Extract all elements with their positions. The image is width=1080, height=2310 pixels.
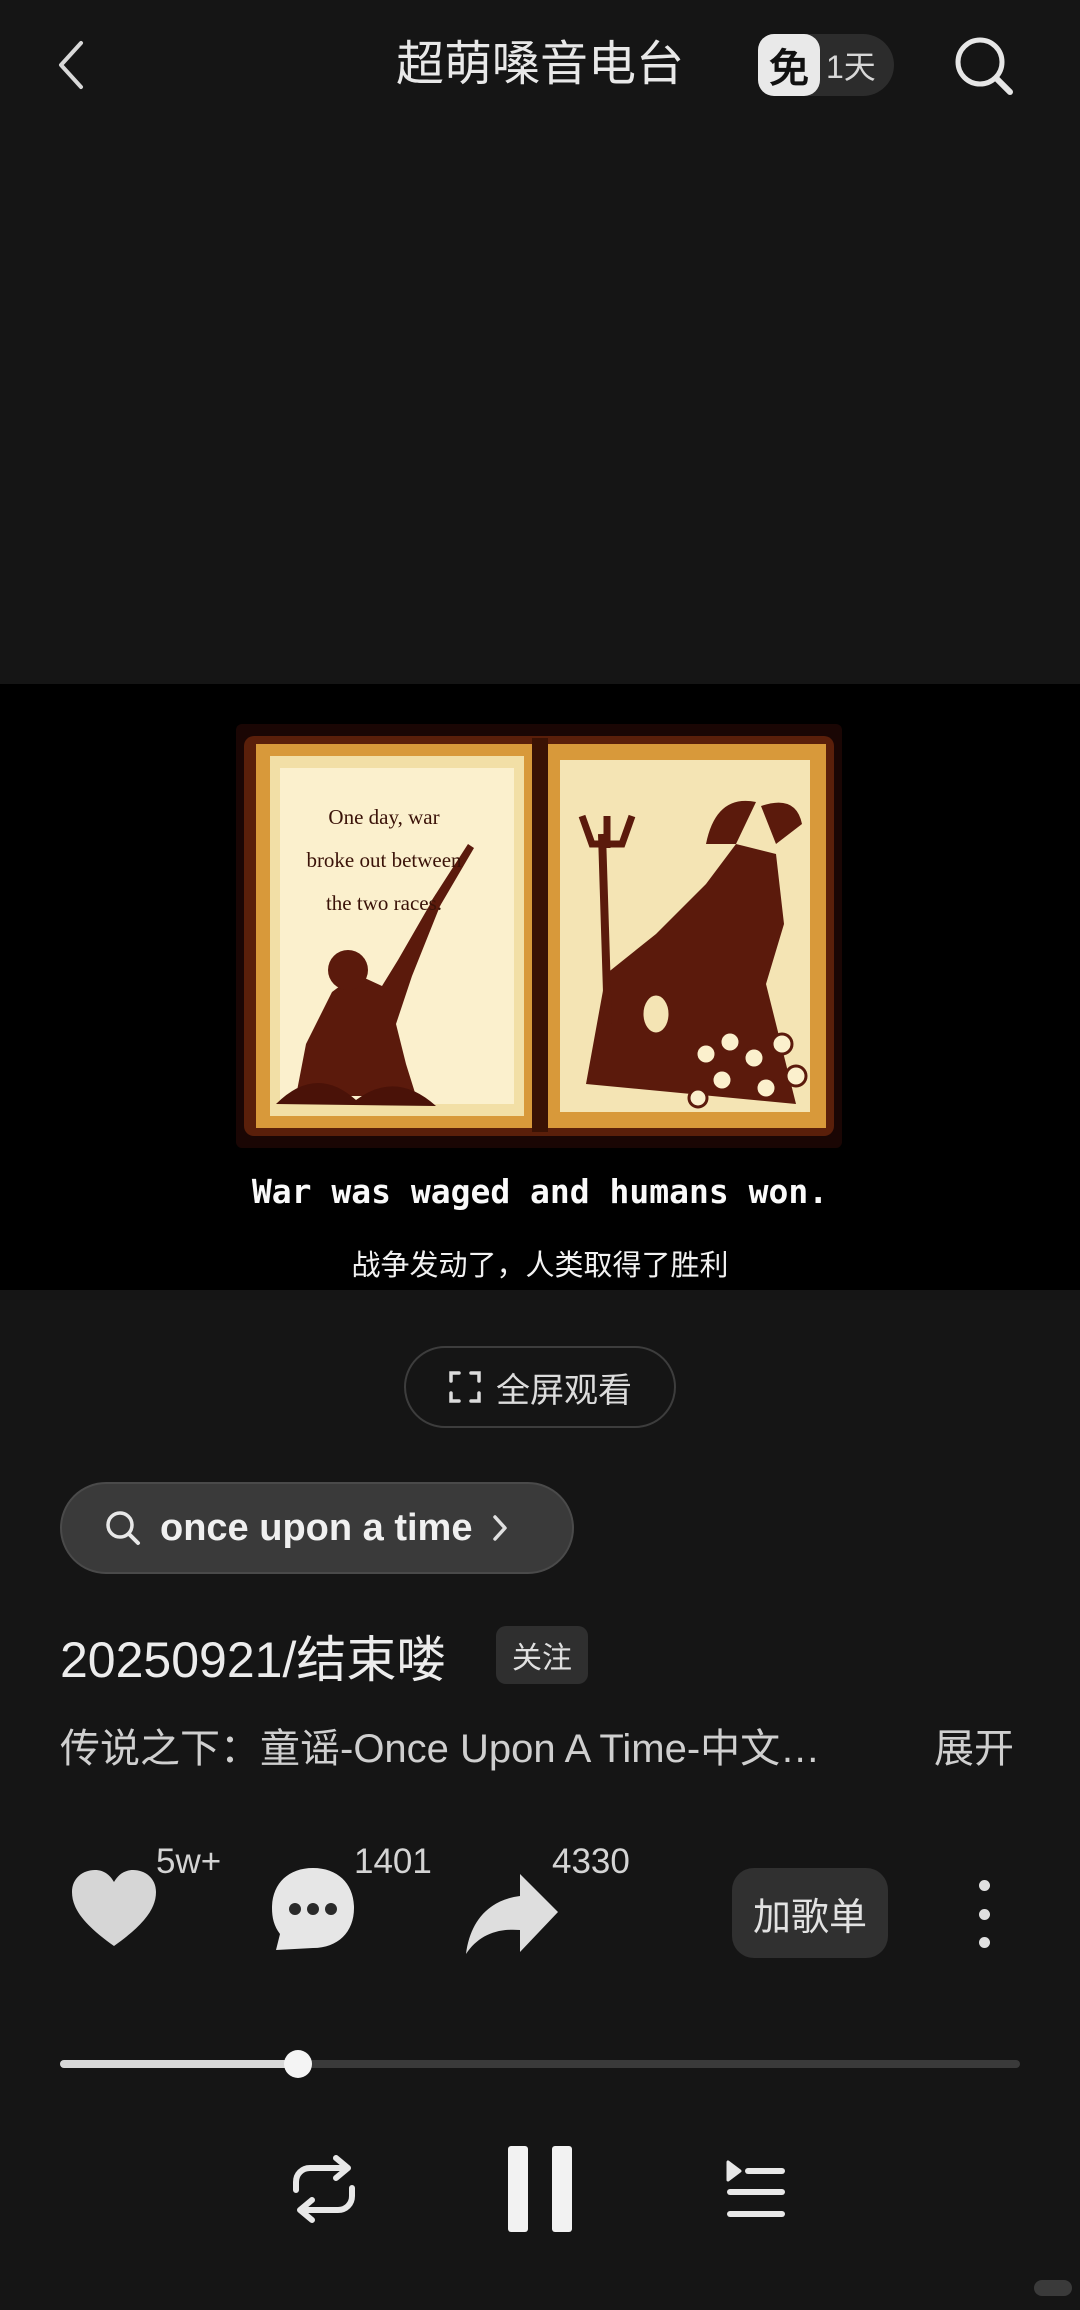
- fullscreen-label: 全屏观看: [496, 1371, 632, 1410]
- watermark: [1034, 2280, 1072, 2296]
- progress-thumb[interactable]: [284, 2050, 312, 2078]
- expand-icon: [449, 1371, 481, 1403]
- chevron-right-icon: [493, 1515, 508, 1541]
- like-count: 5w+: [156, 1842, 222, 1881]
- book-text-line-1: One day, war: [328, 805, 439, 829]
- pause-bar-icon: [508, 2146, 528, 2232]
- song-description: 传说之下：童谣-Once Upon A Time-中文…: [60, 1727, 821, 1771]
- subtitle-english: War was waged and humans won.: [251, 1172, 829, 1211]
- more-dot-icon: [978, 1937, 990, 1948]
- heart-icon: [72, 1870, 156, 1946]
- book-text-line-3: the two races.: [326, 891, 442, 915]
- more-options-button[interactable]: [962, 1880, 1006, 1948]
- pause-bar-icon: [552, 2146, 572, 2232]
- follow-button[interactable]: 关注: [496, 1626, 588, 1684]
- share-arrow-icon: [466, 1874, 558, 1954]
- fullscreen-button[interactable]: 全屏观看: [404, 1346, 676, 1428]
- search-button[interactable]: [950, 32, 1018, 100]
- share-button[interactable]: [462, 1870, 562, 1960]
- song-title: 20250921/结束喽: [60, 1632, 447, 1688]
- video-frame-illustration: One day, war broke out between the two r…: [236, 724, 842, 1148]
- vip-trial-badge[interactable]: 免 1天: [758, 34, 894, 96]
- search-tag-text: once upon a time: [160, 1506, 473, 1549]
- progress-fill: [60, 2060, 298, 2068]
- comment-button[interactable]: [266, 1862, 360, 1956]
- search-icon: [955, 37, 1013, 95]
- comment-count: 1401: [354, 1842, 432, 1881]
- like-button[interactable]: [66, 1860, 162, 1956]
- add-to-playlist-button[interactable]: 加歌单: [732, 1868, 888, 1958]
- playlist-button[interactable]: [724, 2158, 786, 2222]
- share-count: 4330: [552, 1842, 630, 1881]
- page-title: 超萌嗓音电台: [395, 38, 684, 91]
- search-icon: [106, 1511, 140, 1545]
- more-dot-icon: [978, 1908, 990, 1920]
- book-text-line-2: broke out between: [306, 848, 462, 872]
- more-dot-icon: [978, 1880, 990, 1891]
- search-tag-pill[interactable]: once upon a time: [60, 1482, 574, 1574]
- vip-free-label: 免: [758, 34, 820, 96]
- vip-days-label: 1天: [826, 49, 876, 85]
- expand-button[interactable]: 展开: [934, 1716, 1014, 1774]
- repeat-icon: [293, 2155, 355, 2223]
- playlist-queue-icon: [726, 2160, 785, 2217]
- comment-icon: [272, 1868, 354, 1950]
- repeat-button[interactable]: [286, 2154, 362, 2224]
- pause-button[interactable]: [508, 2146, 572, 2232]
- subtitle-chinese: 战争发动了，人类取得了胜利: [351, 1250, 729, 1282]
